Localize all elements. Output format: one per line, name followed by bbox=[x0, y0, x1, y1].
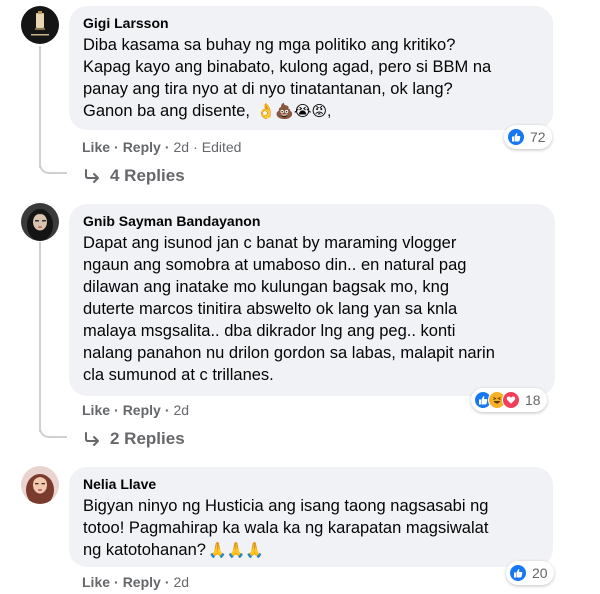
avatar-image bbox=[21, 466, 59, 504]
like-reaction-icon bbox=[509, 564, 527, 582]
comment-emojis: 🙏🙏🙏 bbox=[207, 542, 264, 559]
separator-dot: · bbox=[114, 574, 119, 590]
comment-text-line: ngaun ang somobra at umaboso din.. en na… bbox=[83, 256, 467, 274]
comment-timestamp[interactable]: 2d bbox=[173, 402, 189, 418]
reply-button[interactable]: Reply bbox=[123, 139, 161, 155]
separator-dot: · bbox=[114, 402, 119, 418]
comment-author[interactable]: Gnib Sayman Bandayanon bbox=[83, 212, 541, 230]
avatar[interactable] bbox=[21, 466, 59, 504]
avatar[interactable] bbox=[21, 6, 59, 44]
thread-connector bbox=[39, 424, 67, 438]
replies-count-label: 4 Replies bbox=[110, 166, 185, 185]
edited-label[interactable]: Edited bbox=[202, 139, 242, 155]
comment-timestamp[interactable]: 2d bbox=[173, 574, 189, 590]
comment-bubble: Gnib Sayman Bandayanon Dapat ang isunod … bbox=[69, 204, 555, 396]
comment-actions: Like · Reply · 2d bbox=[82, 574, 189, 590]
reaction-count: 18 bbox=[525, 392, 541, 408]
comment-text-line: panay ang tira nyo at di nyo tinatantana… bbox=[83, 80, 453, 98]
replies-count-label: 2 Replies bbox=[110, 429, 185, 448]
comment-text-line: duterte marcos tinitira abswelto ok lang… bbox=[83, 300, 458, 318]
comment-text-line: Dapat ang isunod jan c banat by maraming… bbox=[83, 234, 457, 252]
comment-actions: Like · Reply · 2d · Edited bbox=[82, 139, 241, 155]
like-button[interactable]: Like bbox=[82, 574, 110, 590]
reaction-summary[interactable]: 18 bbox=[471, 388, 547, 412]
love-reaction-icon bbox=[502, 391, 520, 409]
separator-dot: · bbox=[164, 574, 170, 590]
separator-dot: · bbox=[164, 402, 170, 418]
comment-bubble: Gigi Larsson Diba kasama sa buhay ng mga… bbox=[69, 6, 553, 130]
view-replies-button[interactable]: 4 Replies bbox=[84, 166, 185, 186]
reply-button[interactable]: Reply bbox=[123, 402, 161, 418]
comment-text-line: Diba kasama sa buhay ng mga politiko ang… bbox=[83, 36, 456, 54]
comment-actions: Like · Reply · 2d bbox=[82, 402, 189, 418]
reply-button[interactable]: Reply bbox=[123, 574, 161, 590]
separator-dot: · bbox=[164, 139, 170, 155]
like-reaction-icon bbox=[507, 128, 525, 146]
like-button[interactable]: Like bbox=[82, 402, 110, 418]
reply-arrow-icon bbox=[85, 169, 99, 183]
view-replies-button[interactable]: 2 Replies bbox=[84, 429, 185, 449]
separator-dot: · bbox=[114, 139, 119, 155]
thread-connector bbox=[39, 160, 67, 174]
comment-text-line: nalang panahon nu drilon gordon sa labas… bbox=[83, 344, 495, 362]
comment-text-line: cla sumunod at c trillanes. bbox=[83, 366, 274, 384]
comment-text-line: ng katotohanan? 🙏🙏🙏 bbox=[83, 539, 539, 562]
comment-text-line: Kapag kayo ang binabato, kulong agad, pe… bbox=[83, 58, 492, 76]
comment-text-line: dilawan ang inatake mo kulungan bagsak m… bbox=[83, 278, 449, 296]
avatar[interactable] bbox=[21, 203, 59, 241]
thread-line bbox=[39, 46, 41, 168]
reaction-count: 72 bbox=[530, 129, 546, 145]
comment-text-segment: Ganon ba ang disente, bbox=[83, 102, 250, 120]
avatar-image bbox=[21, 203, 59, 241]
avatar-image bbox=[21, 6, 59, 44]
comment-author[interactable]: Gigi Larsson bbox=[83, 14, 539, 32]
separator-dot: · bbox=[193, 139, 198, 155]
reaction-count: 20 bbox=[532, 565, 548, 581]
comment-bubble: Nelia Llave Bigyan ninyo ng Husticia ang… bbox=[69, 467, 553, 567]
reaction-summary[interactable]: 72 bbox=[504, 125, 552, 149]
thread-line bbox=[39, 242, 41, 432]
reaction-summary[interactable]: 20 bbox=[506, 561, 554, 585]
comment-author[interactable]: Nelia Llave bbox=[83, 475, 539, 493]
like-button[interactable]: Like bbox=[82, 139, 110, 155]
comment-text-line: malaya msgsalita.. dba dikrador lng ang … bbox=[83, 322, 456, 340]
comment-text-segment: ng katotohanan? bbox=[83, 541, 206, 559]
comment-text-line: totoo! Pagmahirap ka wala ka ng karapata… bbox=[83, 519, 489, 537]
comment-timestamp[interactable]: 2d bbox=[173, 139, 189, 155]
comment-text-line: Ganon ba ang disente, 👌💩😭😡, bbox=[83, 100, 539, 123]
reply-arrow-icon bbox=[85, 432, 99, 446]
comment-text-line: Bigyan ninyo ng Husticia ang isang taong… bbox=[83, 497, 489, 515]
comment-emojis: 👌💩😭😡, bbox=[256, 103, 332, 120]
